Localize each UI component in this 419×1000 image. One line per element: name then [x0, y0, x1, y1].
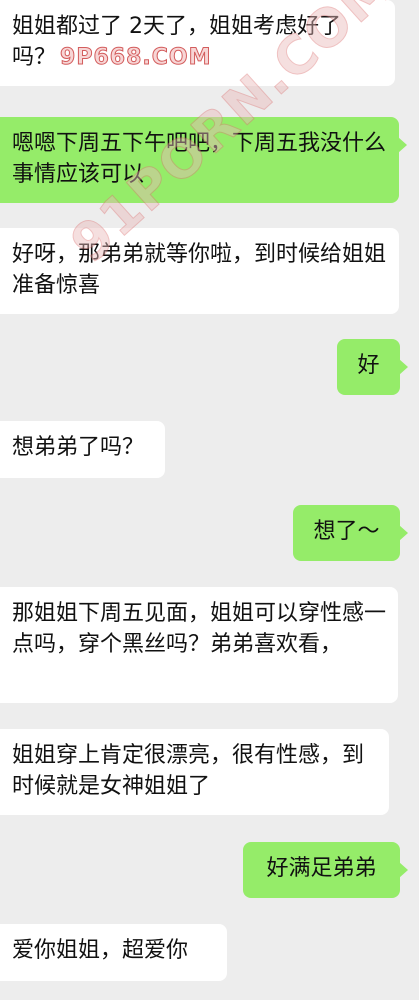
message-bubble-outgoing[interactable]: 想了～ — [293, 505, 408, 561]
message-bubble-outgoing[interactable]: 嗯嗯下周五下午吧吧，下周五我没什么事情应该可以 — [0, 117, 407, 203]
chat-message-list: 姐姐都过了 2天了，姐姐考虑好了吗？ 9P668.COM 嗯嗯下周五下午吧吧，下周… — [0, 0, 419, 1000]
message-bubble-incoming[interactable]: 那姐姐下周五见面，姐姐可以穿性感一点吗，穿个黑丝吗？弟弟喜欢看， — [0, 587, 398, 703]
message-bubble-outgoing[interactable]: 好 — [337, 339, 408, 395]
message-bubble-incoming[interactable]: 好呀，那弟弟就等你啦，到时候给姐姐准备惊喜 — [0, 228, 399, 314]
message-text: 好满足弟弟 — [266, 856, 377, 881]
message-text: 爱你姐姐，超爱你 — [12, 938, 189, 963]
message-text: 想了～ — [313, 519, 380, 544]
message-text: 嗯嗯下周五下午吧吧，下周五我没什么事情应该可以 — [12, 131, 387, 187]
message-bubble-incoming[interactable]: 爱你姐姐，超爱你 — [0, 924, 227, 981]
message-bubble-outgoing[interactable]: 好满足弟弟 — [243, 842, 408, 898]
message-text: 姐姐穿上肯定很漂亮，很有性感，到时候就是女神姐姐了 — [12, 743, 365, 799]
watermark-inline: 9P668.COM — [60, 45, 212, 71]
message-text: 想弟弟了吗？ — [12, 435, 145, 460]
message-text: 好呀，那弟弟就等你啦，到时候给姐姐准备惊喜 — [12, 242, 387, 298]
message-bubble-incoming[interactable]: 姐姐都过了 2天了，姐姐考虑好了吗？ 9P668.COM — [0, 0, 395, 86]
message-text: 那姐姐下周五见面，姐姐可以穿性感一点吗，穿个黑丝吗？弟弟喜欢看， — [12, 601, 387, 657]
message-bubble-incoming[interactable]: 姐姐穿上肯定很漂亮，很有性感，到时候就是女神姐姐了 — [0, 729, 389, 815]
message-bubble-incoming[interactable]: 想弟弟了吗？ — [0, 421, 165, 478]
message-text: 好 — [357, 353, 380, 378]
